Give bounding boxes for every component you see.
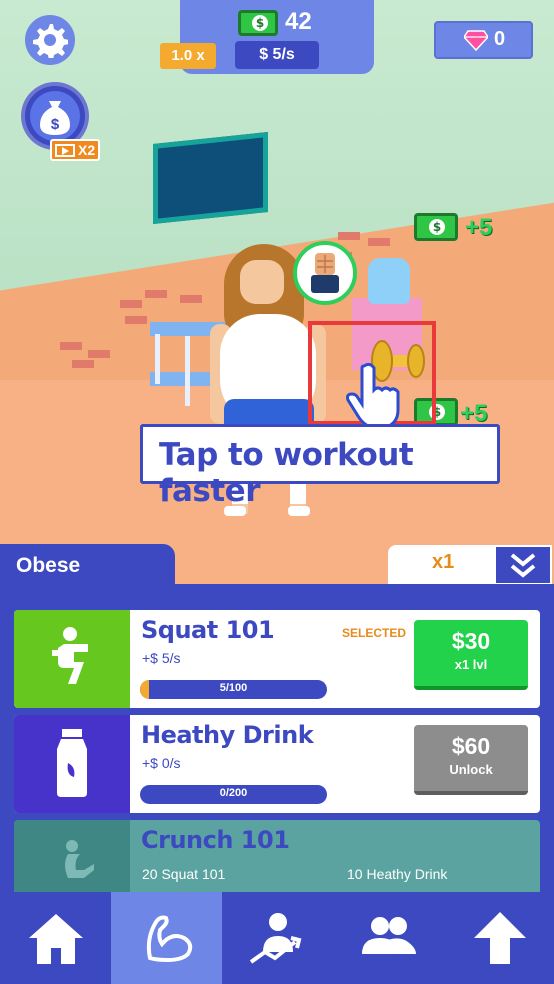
buy-button-sub: x1 lvl bbox=[454, 657, 488, 672]
ad-multiplier-badge[interactable]: X2 bbox=[50, 139, 100, 161]
unlock-requirement: 10 Heathy Drink bbox=[347, 866, 448, 882]
tap-hand-icon bbox=[346, 362, 400, 430]
buy-button[interactable]: $30 x1 lvl bbox=[414, 620, 528, 690]
selected-label: SELECTED bbox=[342, 626, 407, 640]
unlock-requirement: 20 Squat 101 bbox=[142, 866, 226, 882]
workout-income: +$ 0/s bbox=[142, 755, 181, 771]
ad-multiplier-text: X2 bbox=[78, 142, 96, 158]
cash-icon bbox=[414, 213, 458, 241]
bottom-nav bbox=[0, 892, 554, 984]
gem-icon bbox=[464, 30, 488, 51]
wall-brick bbox=[338, 232, 360, 240]
nav-workout[interactable] bbox=[111, 892, 222, 984]
workout-progress-text: 0/200 bbox=[219, 787, 248, 799]
muscle-icon bbox=[146, 915, 193, 963]
collapse-button[interactable] bbox=[494, 545, 552, 585]
coin-count: 42 bbox=[285, 8, 312, 35]
wall-brick bbox=[125, 316, 147, 324]
wall-brick bbox=[72, 360, 94, 368]
video-ad-icon bbox=[55, 144, 75, 157]
buy-multiplier-tab[interactable]: x1 bbox=[388, 545, 496, 585]
milk-bottle-icon bbox=[57, 729, 87, 797]
chevron-down-icon bbox=[510, 553, 536, 578]
workout-list[interactable]: Squat 101 +$ 5/s SELECTED 5/100 $30 x1 l… bbox=[0, 592, 554, 902]
unlock-button[interactable]: $60 Unlock bbox=[414, 725, 528, 795]
workout-card-squat[interactable]: Squat 101 +$ 5/s SELECTED 5/100 $30 x1 l… bbox=[14, 610, 540, 708]
money-bag-inner: $ bbox=[30, 91, 80, 141]
workout-income: +$ 5/s bbox=[142, 650, 181, 666]
progress-icon bbox=[249, 913, 302, 964]
gem-counter[interactable]: 0 bbox=[434, 21, 533, 59]
wall-brick bbox=[145, 290, 167, 298]
nav-home[interactable] bbox=[0, 892, 111, 984]
wall-brick bbox=[88, 350, 110, 358]
workout-icon-box bbox=[14, 715, 130, 813]
workout-progress-text: 5/100 bbox=[219, 682, 248, 694]
workout-icon-box bbox=[14, 820, 130, 900]
table-leg bbox=[185, 336, 190, 406]
workout-icon-box bbox=[14, 610, 130, 708]
water-bottle bbox=[368, 258, 410, 304]
workout-title: Squat 101 bbox=[141, 616, 275, 644]
team-icon bbox=[362, 917, 416, 954]
svg-text:$: $ bbox=[51, 116, 60, 133]
home-icon bbox=[29, 914, 83, 964]
income-rate: $ 5/s bbox=[235, 41, 319, 69]
upgrade-arrow-icon bbox=[474, 912, 526, 964]
tap-hint-banner: Tap to workout faster bbox=[140, 424, 500, 509]
tap-hint-text: Tap to workout faster bbox=[159, 437, 414, 509]
unlock-price: $60 bbox=[451, 733, 491, 759]
workout-title: Heathy Drink bbox=[141, 721, 314, 749]
wall-brick bbox=[60, 342, 82, 350]
currency-panel: 42 1.0 x $ 5/s bbox=[160, 0, 374, 74]
wall-brick bbox=[368, 238, 390, 246]
unlock-button-sub: Unlock bbox=[449, 762, 493, 777]
settings-button[interactable] bbox=[25, 15, 75, 65]
crunch-figure-icon bbox=[65, 840, 94, 878]
nav-team[interactable] bbox=[333, 892, 444, 984]
workout-card-heathy-drink[interactable]: Heathy Drink +$ 0/s 0/200 $60 Unlock bbox=[14, 715, 540, 813]
workout-progress-bar: 0/200 bbox=[140, 785, 327, 804]
buy-multiplier-label: x1 bbox=[432, 551, 455, 573]
game-scene[interactable]: +5 +5 Tap to workout faster bbox=[0, 0, 554, 590]
wall-brick bbox=[180, 295, 202, 303]
table-leg bbox=[155, 334, 160, 384]
income-multiplier: 1.0 x bbox=[160, 43, 216, 69]
cash-icon bbox=[238, 10, 278, 36]
workout-title: Crunch 101 bbox=[141, 826, 290, 854]
wall-tv bbox=[153, 131, 268, 225]
goal-body-bubble bbox=[293, 241, 357, 305]
money-bag-icon: $ bbox=[40, 101, 70, 135]
wall-brick bbox=[120, 300, 142, 308]
reward-text: +5 bbox=[465, 214, 493, 241]
workout-card-crunch-locked[interactable]: Crunch 101 20 Squat 101 10 Heathy Drink bbox=[14, 820, 540, 900]
body-status-label: Obese bbox=[16, 554, 81, 577]
nav-upgrade[interactable] bbox=[444, 892, 554, 984]
gear-icon bbox=[33, 24, 68, 58]
abs-icon bbox=[311, 253, 339, 293]
buy-price: $30 bbox=[451, 628, 491, 654]
squat-figure-icon bbox=[52, 627, 88, 684]
panel-divider bbox=[0, 584, 554, 592]
nav-progress[interactable] bbox=[222, 892, 333, 984]
gem-count: 0 bbox=[494, 28, 506, 50]
character-face bbox=[240, 260, 284, 304]
workout-progress-bar: 5/100 bbox=[140, 680, 327, 699]
